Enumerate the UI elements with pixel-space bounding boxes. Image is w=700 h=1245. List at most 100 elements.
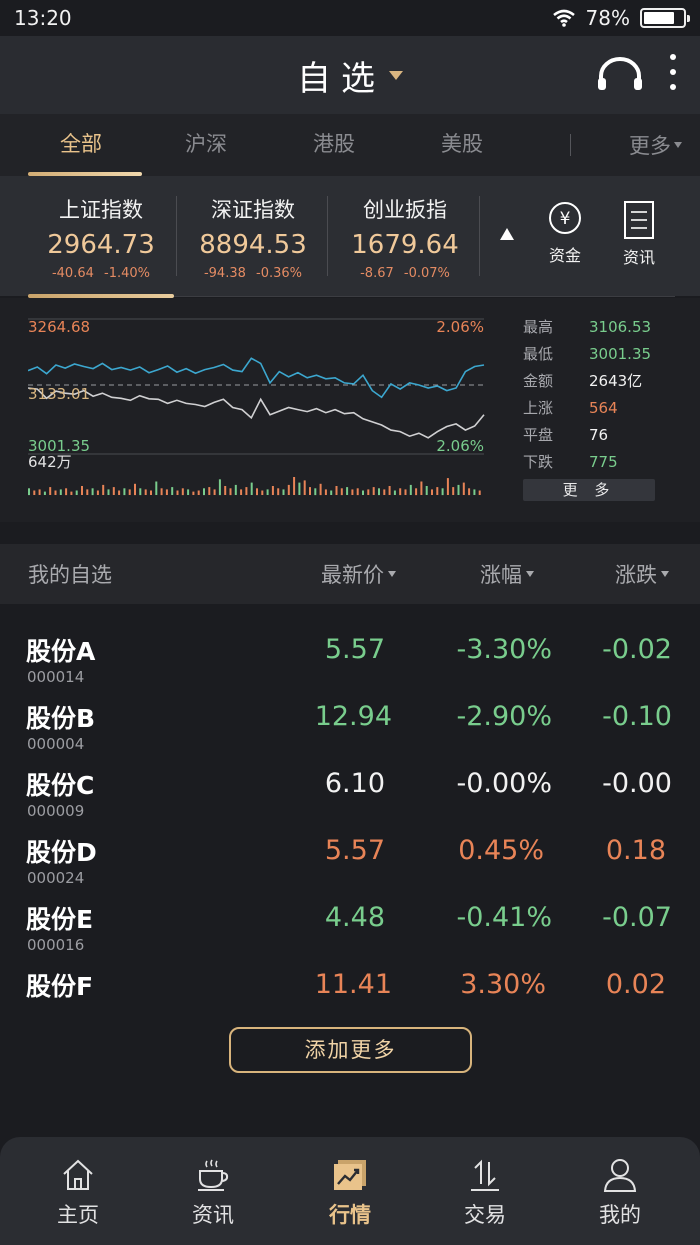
- tab-all[interactable]: 全部: [0, 114, 142, 176]
- chart-volume-bar: [139, 488, 142, 496]
- divider: [327, 196, 328, 276]
- stat-key: 最低: [523, 345, 554, 363]
- index-value: 8894.53: [199, 230, 307, 260]
- stat-value: 76: [589, 426, 609, 444]
- col-price-label: 最新价: [321, 563, 384, 587]
- chart-volume-bar: [383, 489, 386, 495]
- nav-market-label: 行情: [329, 1203, 371, 1227]
- index-change-pct: -0.07%: [403, 266, 450, 281]
- chart-high-label: 3264.68: [28, 318, 90, 336]
- news-label: 资讯: [622, 248, 655, 267]
- stock-price: 5.57: [324, 835, 385, 866]
- caret-down-icon: [389, 70, 403, 80]
- chart-volume-bar: [171, 487, 174, 495]
- tab-hushen-label: 沪深: [185, 132, 227, 156]
- stats-more-button[interactable]: 更 多: [523, 479, 655, 501]
- fund-label: 资金: [548, 246, 581, 265]
- headset-icon[interactable]: [596, 56, 644, 92]
- index-change-abs: -40.64: [51, 266, 94, 281]
- stat-row: 金额 2643亿: [523, 368, 683, 395]
- expand-up-icon[interactable]: [500, 228, 514, 240]
- chart-volume-bar: [181, 488, 184, 496]
- stock-name: 股份B: [26, 704, 96, 733]
- chart-volume-bar: [446, 478, 449, 495]
- stock-price: 6.10: [324, 768, 385, 799]
- index-name: 创业扳指: [363, 198, 447, 222]
- nav-news[interactable]: 资讯: [158, 1137, 268, 1245]
- stat-row: 下跌 775: [523, 449, 683, 476]
- fund-button[interactable]: ¥ 资金: [535, 200, 595, 266]
- index-change-pct: -0.36%: [256, 266, 303, 281]
- stock-change: 0.18: [605, 835, 666, 866]
- stock-pct: 0.45%: [458, 835, 544, 866]
- nav-me-label: 我的: [599, 1203, 641, 1227]
- stock-price: 11.41: [314, 969, 392, 1000]
- news-button[interactable]: 资讯: [609, 200, 669, 268]
- intraday-chart[interactable]: 3264.68 2.06% 3133.01 3001.35 2.06% 642万: [28, 318, 488, 498]
- chart-volume-bar: [452, 487, 455, 495]
- stock-row[interactable]: 股份A 000014 5.57 -3.30% -0.02: [0, 618, 700, 686]
- index-change: -8.67 -0.07%: [330, 266, 480, 281]
- page-title-dropdown[interactable]: 自选: [297, 51, 403, 100]
- stock-row[interactable]: 股份E 000016 4.48 -0.41% -0.07: [0, 886, 700, 954]
- add-more-button[interactable]: 添加更多: [229, 1027, 472, 1073]
- chart-volume-bar: [319, 483, 322, 496]
- chart-volume-bar: [208, 487, 211, 495]
- stock-name: 股份E: [26, 905, 94, 934]
- chart-volume-bar: [478, 490, 481, 495]
- chart-volume-bar: [293, 477, 296, 495]
- stock-change: -0.00: [602, 768, 672, 799]
- trade-arrows-icon: [471, 1159, 499, 1191]
- stock-row[interactable]: 股份F 11.41 3.30% 0.02: [0, 953, 700, 1020]
- index-card-sz[interactable]: 深证指数 8894.53 -94.38 -0.36%: [178, 176, 328, 281]
- tab-hk[interactable]: 港股: [270, 114, 398, 176]
- chart-volume-bar: [213, 489, 216, 495]
- stock-code: 000004: [27, 735, 85, 753]
- chart-volume-bar: [176, 490, 179, 495]
- index-card-cyb[interactable]: 创业扳指 1679.64 -8.67 -0.07%: [330, 176, 480, 281]
- chart-volume-bar: [43, 491, 46, 495]
- chart-volume-bar: [240, 489, 243, 495]
- stock-row[interactable]: 股份B 000004 12.94 -2.90% -0.10: [0, 685, 700, 753]
- sort-caret-icon: [526, 571, 534, 577]
- index-change-pct: -1.40%: [104, 266, 151, 281]
- chart-volume-bar: [420, 481, 423, 495]
- nav-home[interactable]: 主页: [23, 1137, 133, 1245]
- index-card-sh[interactable]: 上证指数 2964.73 -40.64 -1.40%: [26, 176, 176, 281]
- sort-by-price[interactable]: 最新价: [321, 559, 396, 589]
- chart-volume-bar: [96, 490, 99, 495]
- chart-volume-bar: [457, 484, 460, 495]
- wifi-icon: [552, 9, 575, 27]
- sort-by-change[interactable]: 涨跌: [615, 559, 669, 589]
- chart-volume-bar: [160, 488, 163, 496]
- chart-mid-label: 3133.01: [28, 385, 90, 403]
- chart-volume-bar: [49, 487, 52, 495]
- stat-key: 平盘: [523, 426, 554, 444]
- stock-row[interactable]: 股份C 000009 6.10 -0.00% -0.00: [0, 752, 700, 820]
- yuan-icon: ¥: [549, 202, 581, 234]
- chart-volume-bar: [356, 488, 359, 496]
- chart-volume-bar: [165, 489, 168, 495]
- stock-price: 5.57: [324, 634, 385, 665]
- stock-code: 000016: [27, 936, 85, 954]
- nav-trade[interactable]: 交易: [430, 1137, 540, 1245]
- chart-volume-bar: [314, 488, 317, 496]
- chart-volume-bar: [54, 490, 57, 495]
- stock-row[interactable]: 股份D 000024 5.57 0.45% 0.18: [0, 819, 700, 887]
- chart-volume-bar: [404, 489, 407, 495]
- sort-by-pct[interactable]: 涨幅: [480, 559, 534, 589]
- chart-volume-bar: [28, 488, 30, 496]
- stock-price: 12.94: [314, 701, 392, 732]
- status-bar: 13:20 78%: [0, 0, 700, 36]
- more-vertical-icon[interactable]: [670, 54, 678, 99]
- stat-row: 平盘 76: [523, 422, 683, 449]
- tab-more[interactable]: 更多: [629, 130, 682, 160]
- tab-hushen[interactable]: 沪深: [142, 114, 270, 176]
- nav-market[interactable]: 行情: [295, 1137, 405, 1245]
- chart-volume-bar: [298, 482, 301, 495]
- stat-key: 金额: [523, 372, 554, 390]
- chart-pct-top-label: 2.06%: [436, 318, 484, 336]
- tab-us[interactable]: 美股: [398, 114, 526, 176]
- nav-me[interactable]: 我的: [565, 1137, 675, 1245]
- index-name: 深证指数: [211, 198, 295, 222]
